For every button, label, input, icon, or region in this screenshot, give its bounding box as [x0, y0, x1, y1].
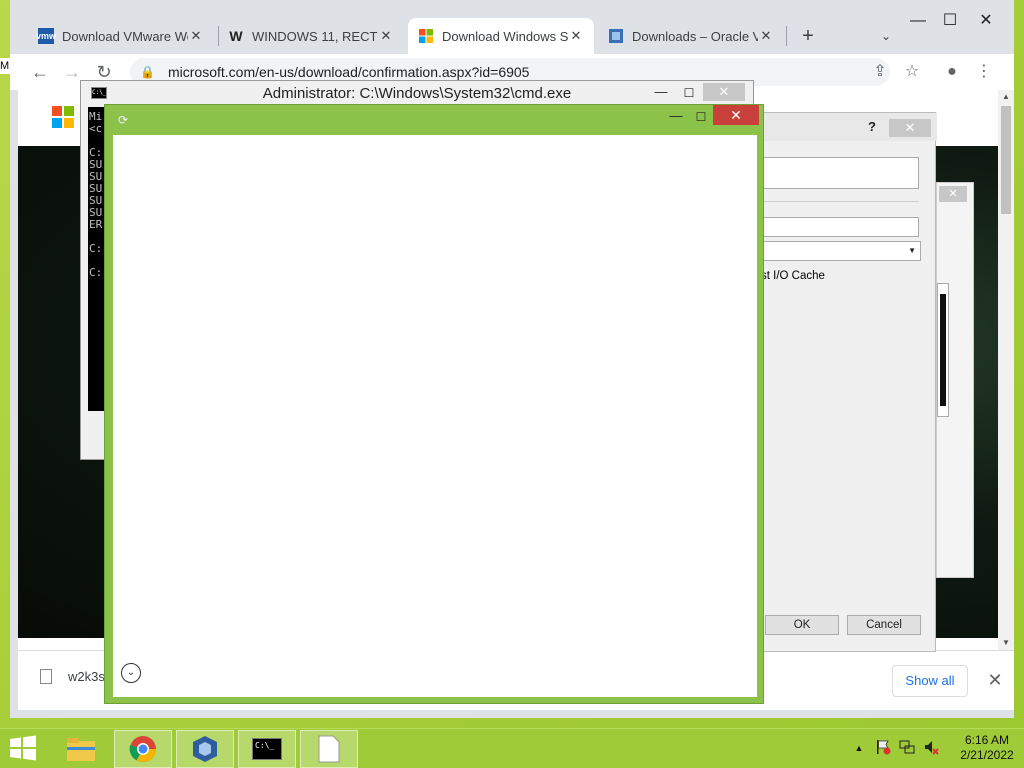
microsoft-icon	[418, 28, 434, 44]
folder-icon	[67, 738, 95, 761]
back-button[interactable]: ←	[26, 58, 54, 86]
cmd-maximize-button[interactable]: ☐	[677, 83, 701, 103]
tab-title: Download VMware Wor	[62, 28, 188, 44]
new-tab-button[interactable]: +	[796, 22, 820, 50]
microsoft-logo[interactable]	[52, 106, 74, 128]
secondary-dialog: ✕	[936, 182, 974, 578]
tab-separator	[786, 26, 787, 46]
ok-button[interactable]: OK	[765, 615, 839, 635]
dialog-text-field[interactable]	[763, 157, 919, 189]
chrome-close-button[interactable]: ✕	[970, 10, 1002, 32]
virtualbox-icon	[608, 28, 624, 44]
tab-oracle-vm[interactable]: Downloads – Oracle VM ✕	[598, 18, 784, 54]
tab-search-chevron-icon[interactable]: ⌄	[874, 22, 898, 50]
virtualbox-icon	[193, 736, 217, 762]
scroll-thumb[interactable]	[1001, 106, 1011, 214]
app-icon: ⟳	[117, 113, 129, 127]
windows-logo-icon	[10, 735, 36, 761]
tab-title: Downloads – Oracle VM	[632, 28, 758, 44]
settings-dialog: ? ✕ ▼ st I/O Cache OK Cancel	[740, 112, 937, 652]
taskbar-chrome[interactable]	[114, 730, 172, 768]
cmd-titlebar[interactable]: C:\_ Administrator: C:\Windows\System32\…	[81, 81, 753, 105]
chrome-minimize-button[interactable]: —	[902, 10, 934, 32]
show-all-button[interactable]: Show all	[892, 665, 968, 697]
tab-strip: vmw Download VMware Wor ✕ W WINDOWS 11, …	[10, 0, 1014, 54]
cancel-button[interactable]: Cancel	[847, 615, 921, 635]
taskbar: C:\_ ▲ 6:16 AM 2/21/2022	[0, 728, 1024, 768]
download-bar-close-icon[interactable]: ✕	[982, 667, 1008, 693]
network-icon[interactable]	[898, 739, 916, 757]
tab-vmware[interactable]: vmw Download VMware Wor ✕	[28, 18, 214, 54]
tab-windows-11[interactable]: W WINDOWS 11, RECTIFI ✕	[218, 18, 404, 54]
download-item[interactable]: w2k3s	[40, 669, 105, 684]
tab-title: Download Windows Se	[442, 28, 568, 44]
blank-window: ⟳ — ☐ ✕ ⌄	[104, 104, 764, 704]
window-maximize-button[interactable]: ☐	[689, 107, 713, 127]
tab-close-icon[interactable]: ✕	[378, 28, 394, 44]
taskbar-command-prompt[interactable]: C:\_	[238, 730, 296, 768]
window-client-area[interactable]: ⌄	[113, 135, 757, 697]
secondary-dialog-preview	[940, 294, 946, 406]
cmd-close-button[interactable]: ✕	[703, 83, 745, 101]
tab-title: WINDOWS 11, RECTIFI	[252, 28, 378, 44]
volume-muted-icon[interactable]	[922, 739, 940, 757]
profile-icon[interactable]: ●	[938, 58, 966, 86]
tab-close-icon[interactable]: ✕	[758, 28, 774, 44]
tab-close-icon[interactable]: ✕	[568, 28, 584, 44]
window-close-button[interactable]: ✕	[713, 105, 759, 125]
w-logo-icon: W	[229, 28, 243, 44]
cmd-minimize-button[interactable]: —	[649, 83, 673, 103]
clock-date: 2/21/2022	[960, 748, 1014, 762]
menu-dots-icon[interactable]: ⋮	[970, 58, 998, 86]
dialog-divider	[763, 201, 919, 202]
start-button[interactable]	[8, 735, 40, 763]
document-icon	[318, 735, 340, 763]
expand-chevron-icon[interactable]: ⌄	[121, 663, 141, 683]
page-scrollbar[interactable]: ▲ ▼	[998, 90, 1014, 650]
window-minimize-button[interactable]: —	[663, 107, 689, 127]
clock-time: 6:16 AM	[964, 733, 1010, 747]
vmware-icon: vmw	[36, 28, 56, 44]
share-icon[interactable]: ⇪	[866, 58, 894, 86]
tab-download-windows[interactable]: Download Windows Se ✕	[408, 18, 594, 54]
dialog-input-field[interactable]	[763, 217, 919, 237]
host-io-cache-label: st I/O Cache	[761, 270, 825, 282]
scroll-down-icon[interactable]: ▼	[998, 636, 1014, 650]
command-prompt-icon: C:\_	[252, 738, 282, 760]
tab-close-icon[interactable]: ✕	[188, 28, 204, 44]
chrome-maximize-button[interactable]: ☐	[934, 10, 966, 32]
secondary-dialog-close-button[interactable]: ✕	[939, 186, 967, 202]
desktop-text-fragment: M	[0, 58, 10, 74]
bookmark-star-icon[interactable]: ☆	[898, 58, 926, 86]
chevron-down-icon: ▼	[908, 246, 916, 255]
scroll-up-icon[interactable]: ▲	[998, 90, 1014, 104]
download-filename: w2k3s	[68, 669, 105, 684]
show-hidden-icons-arrow-icon[interactable]: ▲	[850, 739, 868, 757]
url-text[interactable]: microsoft.com/en-us/download/confirmatio…	[168, 64, 529, 80]
lock-icon: 🔒	[140, 65, 155, 79]
dialog-close-button[interactable]: ✕	[889, 119, 931, 137]
taskbar-blank-document[interactable]	[300, 730, 358, 768]
taskbar-virtualbox[interactable]	[176, 730, 234, 768]
secondary-dialog-panel	[937, 283, 949, 417]
clock[interactable]: 6:16 AM 2/21/2022	[950, 733, 1024, 763]
action-center-flag-icon[interactable]	[874, 739, 892, 757]
dialog-dropdown[interactable]: ▼	[763, 241, 921, 261]
file-icon	[40, 669, 52, 684]
help-button[interactable]: ?	[861, 117, 883, 137]
chrome-icon	[129, 736, 157, 763]
dialog-titlebar: ? ✕	[741, 113, 937, 141]
system-tray: ▲ 6:16 AM 2/21/2022	[846, 729, 1024, 768]
taskbar-file-explorer[interactable]	[52, 730, 110, 768]
